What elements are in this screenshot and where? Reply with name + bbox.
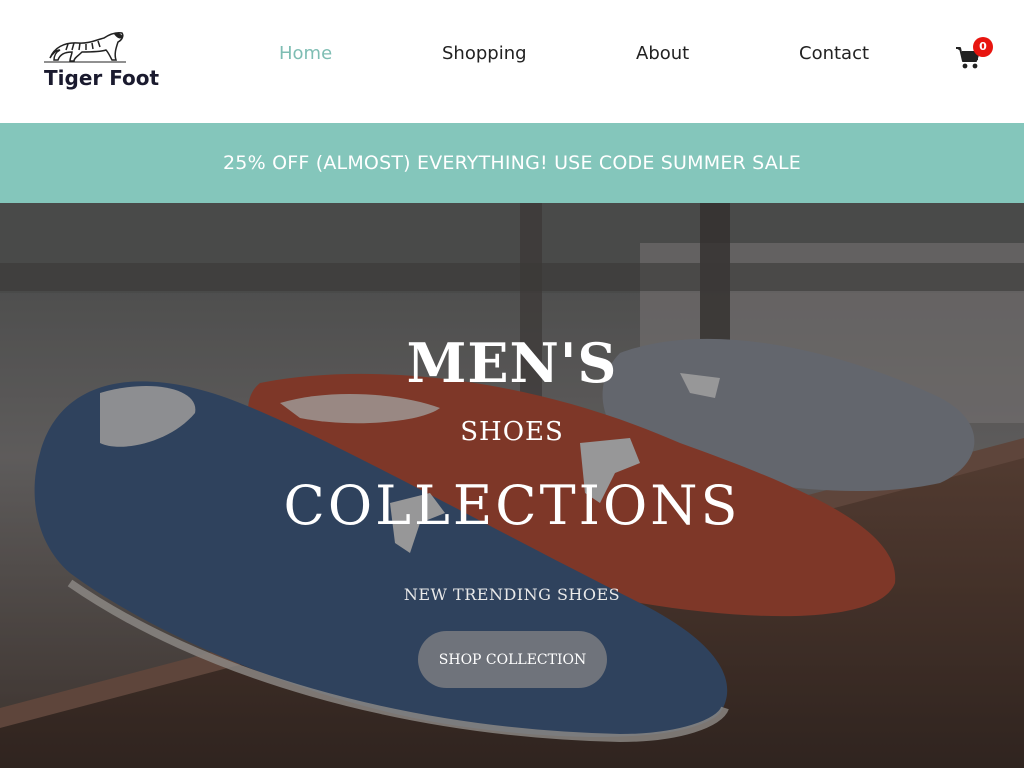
nav-about[interactable]: About xyxy=(636,43,689,64)
nav-home[interactable]: Home xyxy=(279,43,332,64)
hero-subtitle: SHOES xyxy=(460,417,564,447)
hero-title: MEN'S xyxy=(406,331,618,395)
hero-banner: MEN'S SHOES COLLECTIONS NEW TRENDING SHO… xyxy=(0,203,1024,768)
cart-count-badge: 0 xyxy=(973,37,993,57)
promo-bar: 25% OFF (ALMOST) EVERYTHING! USE CODE SU… xyxy=(0,123,1024,203)
tiger-icon xyxy=(44,32,126,63)
hero-tagline: NEW TRENDING SHOES xyxy=(403,585,621,604)
hero-heading: COLLECTIONS xyxy=(283,474,741,537)
shop-collection-button[interactable]: SHOP COLLECTION xyxy=(418,631,607,688)
nav-shopping[interactable]: Shopping xyxy=(442,43,527,64)
promo-text: 25% OFF (ALMOST) EVERYTHING! USE CODE SU… xyxy=(223,152,801,174)
site-header: Tiger Foot Home Shopping About Contact 0 xyxy=(0,0,1024,123)
logo[interactable]: Tiger Foot xyxy=(44,28,164,92)
nav-contact[interactable]: Contact xyxy=(799,43,869,64)
brand-name: Tiger Foot xyxy=(44,66,160,90)
